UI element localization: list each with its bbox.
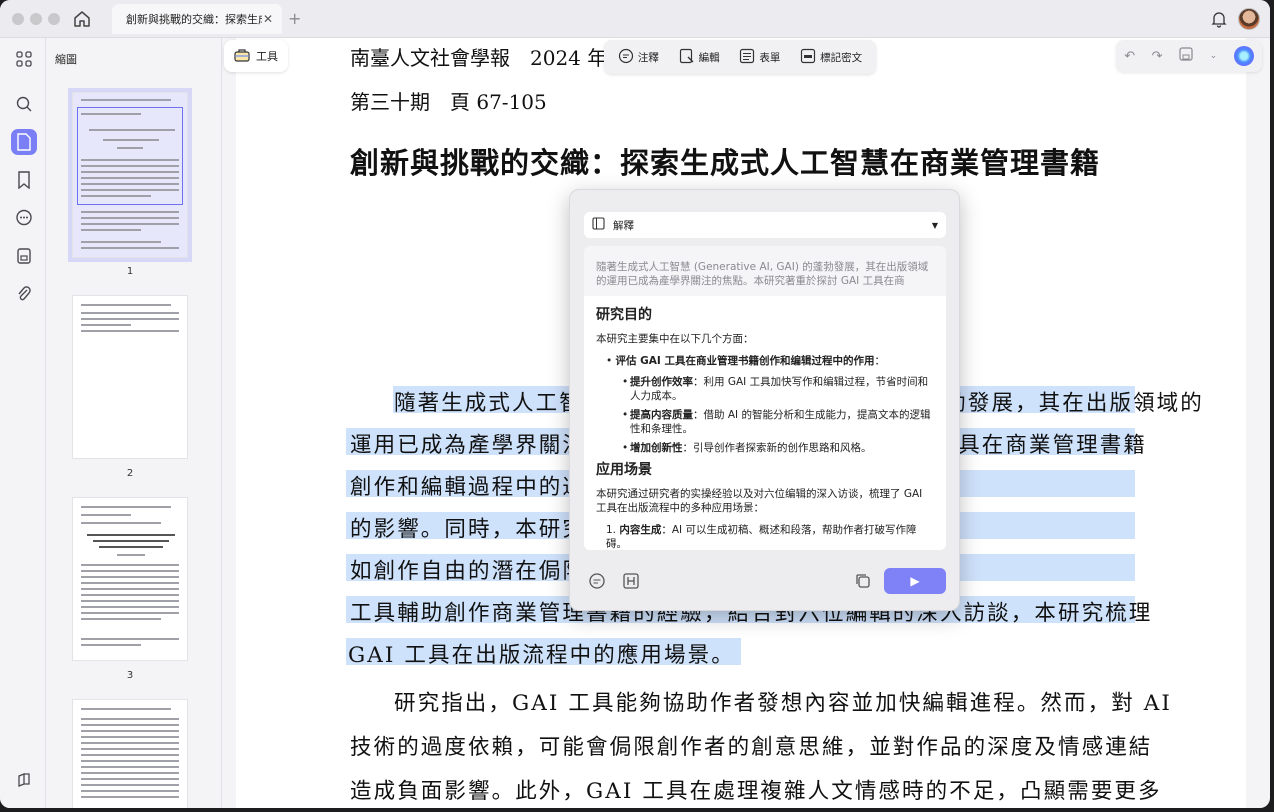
minimize-window-button[interactable] xyxy=(30,13,42,25)
response-heading: 研究目的 xyxy=(596,307,652,323)
history-toolbar: ↶ ↷ ⌄ xyxy=(1116,40,1262,72)
send-icon: ▶ xyxy=(910,574,920,588)
save-icon[interactable] xyxy=(1179,47,1193,65)
zoom-window-button[interactable] xyxy=(48,13,60,25)
insert-icon[interactable] xyxy=(622,572,640,594)
response-numbered-item: 1. 内容生成：AI 可以生成初稿、概述和段落，帮助作者打破写作障碍。 xyxy=(606,524,917,550)
bell-icon[interactable] xyxy=(1210,10,1228,28)
thumbnails-panel: 縮圖 1 2 3 xyxy=(46,38,222,808)
form-button[interactable]: 表單 xyxy=(739,48,780,67)
response-sub-bullet: 增加创新性：引导创作者探索新的创作思路和风格。 xyxy=(596,441,934,455)
bookmark-icon[interactable] xyxy=(11,167,37,193)
app-window: 創新與挑戰的交織：探索生成式人工智慧在商業管理書籍 ✕ + xyxy=(0,0,1270,808)
copy-icon[interactable] xyxy=(854,572,872,594)
paper-title: 創新與挑戰的交織：探索生成式人工智慧在商業管理書籍 xyxy=(350,146,1101,180)
comment-icon[interactable] xyxy=(11,205,37,231)
chevron-down-icon[interactable]: ⌄ xyxy=(1210,51,1218,61)
title-bar: 創新與挑戰的交織：探索生成式人工智慧在商業管理書籍 ✕ + xyxy=(0,0,1270,38)
response-paragraph: 本研究通过研究者的实操经验以及对六位编辑的深入访谈，梳理了 GAI 工具在出版流… xyxy=(596,488,923,514)
thumbnail-page-number: 2 xyxy=(126,468,134,479)
mode-select-value: 解釋 xyxy=(613,219,634,232)
thumbnail-page-3[interactable] xyxy=(72,497,188,661)
chat-icon[interactable] xyxy=(588,572,606,594)
paragraph-line: 研究指出，GAI 工具能夠協助作者發想內容並加快編輯進程。然而，對 AI xyxy=(394,691,1172,716)
tab-close-icon[interactable]: ✕ xyxy=(262,12,274,26)
dialog-actions: ▶ xyxy=(584,568,946,594)
thumbnail-page-number: 3 xyxy=(126,670,134,681)
response-heading: 应用场景 xyxy=(596,462,652,478)
thumbnails-title: 縮圖 xyxy=(55,53,77,66)
tools-label: 工具 xyxy=(256,50,278,63)
edit-label: 編輯 xyxy=(698,51,720,64)
grid-icon[interactable] xyxy=(11,46,37,72)
toolbox-icon xyxy=(234,48,250,65)
ai-response: 研究目的 本研究主要集中在以下几个方面： 评估 GAI 工具在商业管理书籍创作和… xyxy=(584,296,946,550)
redact-label: 標記密文 xyxy=(820,51,863,64)
caret-down-icon: ▼ xyxy=(931,220,938,230)
journal-issue: 第三十期 頁 67-105 xyxy=(350,90,547,114)
edit-button[interactable]: 編輯 xyxy=(679,48,720,67)
edit-icon xyxy=(679,48,695,67)
close-window-button[interactable] xyxy=(12,13,24,25)
sidebar-toggle-icon[interactable] xyxy=(11,767,37,793)
redo-icon[interactable]: ↷ xyxy=(1152,49,1163,64)
home-icon[interactable] xyxy=(72,9,92,29)
send-button[interactable]: ▶ xyxy=(884,568,946,594)
tab-title: 創新與挑戰的交織：探索生成式人工智慧在商業管理書籍 xyxy=(126,13,262,26)
source-text-box[interactable]: 隨著生成式人工智慧 (Generative AI, GAI) 的蓬勃發展，其在出… xyxy=(584,246,946,296)
ai-explain-dialog: 解釋 ▼ 隨著生成式人工智慧 (Generative AI, GAI) 的蓬勃發… xyxy=(569,189,960,611)
annotate-icon xyxy=(618,48,634,67)
response-paragraph: 本研究主要集中在以下几个方面： xyxy=(596,333,754,345)
ai-assistant-icon[interactable] xyxy=(1233,46,1254,66)
paragraph-line: 技術的過度依賴，可能會侷限創作者的創意思維，並對作品的深度及情感連結 xyxy=(350,735,1153,760)
undo-icon[interactable]: ↶ xyxy=(1124,49,1135,64)
avatar[interactable] xyxy=(1238,8,1260,30)
journal-header: 南臺人文社會學報 2024 年 xyxy=(350,46,608,70)
edit-toolbar: 注釋 編輯 表單 標記密文 xyxy=(604,40,876,74)
stamp-icon[interactable] xyxy=(11,243,37,269)
response-sub-bullet: 提升创作效率：利用 GAI 工具加快写作和编辑过程，节省时间和人力成本。 xyxy=(596,375,934,403)
attachment-icon[interactable] xyxy=(11,281,37,307)
thumbnail-page-2[interactable] xyxy=(72,295,188,459)
annotate-button[interactable]: 注釋 xyxy=(618,48,659,67)
redact-icon xyxy=(800,48,816,67)
tools-button[interactable]: 工具 xyxy=(224,40,288,72)
paragraph-line: 造成負面影響。此外，GAI 工具在處理複雜人文情感時的不足，凸顯需要更多 xyxy=(350,779,1162,804)
redact-button[interactable]: 標記密文 xyxy=(800,48,862,67)
response-sub-bullet: 提高内容质量：借助 AI 的智能分析和生成能力，提高文本的逻辑性和条理性。 xyxy=(596,408,934,436)
left-rail xyxy=(0,38,46,808)
page-thumbnails-icon[interactable] xyxy=(11,129,37,155)
thumbnail-page-4[interactable] xyxy=(72,699,188,808)
paragraph-line: GAI 工具在出版流程中的應用場景。 xyxy=(348,643,735,668)
annotate-label: 注釋 xyxy=(637,51,659,64)
search-icon[interactable] xyxy=(11,91,37,117)
thumbnail-page-1[interactable] xyxy=(68,88,192,262)
response-bullet: 评估 GAI 工具在商业管理书籍创作和编辑过程中的作用： xyxy=(596,354,934,368)
book-icon xyxy=(592,217,605,233)
document-tab[interactable]: 創新與挑戰的交織：探索生成式人工智慧在商業管理書籍 ✕ xyxy=(112,4,282,34)
new-tab-icon[interactable]: + xyxy=(288,9,301,28)
form-label: 表單 xyxy=(759,51,781,64)
form-icon xyxy=(739,48,755,67)
thumbnail-page-number: 1 xyxy=(126,266,134,277)
mode-select[interactable]: 解釋 ▼ xyxy=(584,212,946,238)
